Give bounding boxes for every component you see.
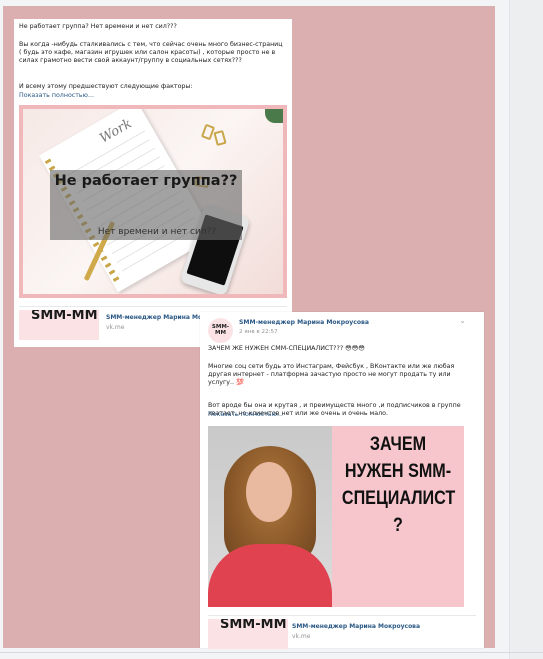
image-subtitle: Нет времени и нет сил?? <box>97 227 217 237</box>
post-image[interactable]: ЗАЧЕМ НУЖЕН SMM-СПЕЦИАЛИСТ ? <box>208 426 464 607</box>
post-image-photo: Work Не работает группа?? Нет времени и … <box>23 109 283 294</box>
post-image[interactable]: Work Не работает группа?? Нет времени и … <box>19 105 287 298</box>
shirt-shape <box>208 544 332 607</box>
share-thumbnail-text: SMM-ММ <box>31 310 98 323</box>
post-text-line: ЗАЧЕМ ЖЕ НУЖЕН СММ-СПЕЦИАЛИСТ??? 😳😳😳 <box>208 345 365 352</box>
post-text-line: Не работает группа? Нет времени и нет си… <box>19 23 177 30</box>
share-thumbnail: SMM-ММ <box>208 619 288 649</box>
chevron-down-icon[interactable]: ⌄ <box>459 316 466 325</box>
image-headline: ЗАЧЕМ НУЖЕН SMM-СПЕЦИАЛИСТ ? <box>341 434 456 536</box>
show-more-link[interactable]: Показать полностью... <box>208 411 283 419</box>
post-card-2: SMM-ММ SMM-менеджер Марина Мокроусова 2 … <box>200 312 484 649</box>
bottom-divider <box>0 652 543 653</box>
share-title[interactable]: SMM-менеджер Марина Мокр <box>106 314 210 321</box>
paperclip-icon <box>213 129 227 147</box>
share-attachment[interactable]: SMM-ММ SMM-менеджер Марина Мокроусова vk… <box>208 615 476 649</box>
post-text-paragraph: Вы когда -нибудь сталкивались с тем, что… <box>19 41 283 64</box>
face-shape <box>246 462 292 522</box>
share-thumbnail-text: SMM-ММ <box>220 619 287 632</box>
share-title[interactable]: SMM-менеджер Марина Мокроусова <box>292 623 420 630</box>
leaf-decoration <box>265 109 283 123</box>
avatar[interactable]: SMM-ММ <box>208 318 233 343</box>
post-card-1: Не работает группа? Нет времени и нет си… <box>14 19 292 347</box>
woman-photo <box>208 426 332 607</box>
share-thumbnail: SMM-ММ <box>19 310 99 340</box>
share-url: vk.me <box>292 633 311 640</box>
post-text-paragraph: Многие соц сети будь это Инстаграм, Фейс… <box>208 363 455 386</box>
post-author[interactable]: SMM-менеджер Марина Мокроусова <box>239 319 369 326</box>
image-title: Не работает группа?? <box>54 173 238 189</box>
post-text-paragraph: И всему этому предшествуют следующие фак… <box>19 83 193 90</box>
share-url: vk.me <box>106 324 125 331</box>
post-date[interactable]: 2 янв в 22:57 <box>239 329 278 335</box>
show-more-link[interactable]: Показать полностью... <box>19 92 94 100</box>
avatar-text: SMM-ММ <box>211 324 230 336</box>
